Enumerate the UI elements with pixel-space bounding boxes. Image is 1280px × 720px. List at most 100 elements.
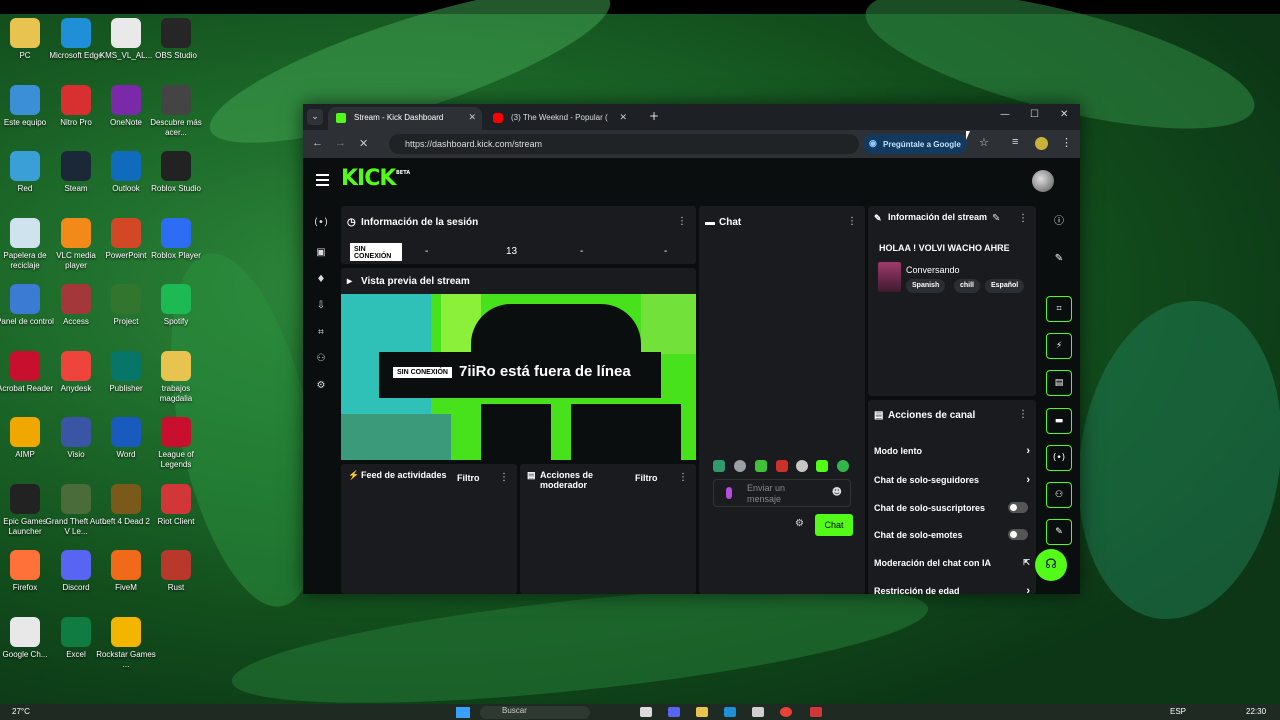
taskbar-search-input[interactable]: Buscar — [480, 706, 590, 719]
broadcast-icon[interactable]: (•) — [1046, 445, 1072, 471]
browser-menu-icon[interactable]: ⋮ — [1061, 136, 1072, 149]
start-button[interactable] — [456, 707, 470, 718]
hamburger-menu-icon[interactable] — [316, 174, 329, 189]
stop-icon[interactable]: ✕ — [359, 137, 368, 150]
capture-icon[interactable]: ⌗ — [314, 326, 328, 340]
users-icon[interactable]: ⚇ — [1046, 482, 1072, 508]
app-icon — [111, 417, 141, 447]
desktop-icon[interactable]: Spotify — [145, 284, 207, 327]
app-icon — [10, 417, 40, 447]
app-icon — [61, 483, 91, 514]
profile-icon[interactable] — [1035, 137, 1048, 150]
subscribers-only-toggle[interactable] — [1008, 502, 1028, 513]
emoji-icon[interactable]: ☻ — [832, 487, 842, 498]
app-icon — [61, 284, 91, 314]
clock[interactable]: 22:30 — [1246, 707, 1266, 716]
desktop-icon[interactable]: Rockstar Games ... — [95, 616, 157, 670]
slow-mode-row[interactable]: Modo lento › — [874, 445, 1030, 457]
emote-icon[interactable] — [713, 460, 725, 472]
forward-icon[interactable]: → — [335, 137, 346, 149]
app-icon — [161, 151, 191, 181]
age-restriction-row[interactable]: Restricción de edad › — [874, 585, 1030, 594]
dashboard-icon[interactable]: ▣ — [314, 246, 328, 260]
more-options-icon[interactable]: ⋮ — [499, 472, 509, 483]
emote-icon[interactable] — [776, 460, 788, 472]
weather-widget[interactable]: 27°C — [12, 707, 30, 716]
desktop-icon[interactable]: Descubre más acer... — [145, 84, 207, 138]
desktop-icon[interactable]: Riot Client — [145, 483, 207, 527]
media-controls-icon[interactable]: ≡ — [1012, 136, 1018, 148]
close-window-button[interactable]: ✕ — [1060, 109, 1068, 120]
taskbar-app-icon[interactable] — [724, 707, 736, 717]
lightning-icon[interactable]: ⚡ — [1046, 333, 1072, 359]
desktop-icon[interactable]: League of Legends — [145, 417, 207, 470]
mod-filter-button[interactable]: Filtro — [635, 473, 658, 483]
feed-filter-button[interactable]: Filtro — [457, 473, 480, 483]
microphone-icon[interactable] — [726, 487, 732, 499]
download-icon[interactable]: ⇩ — [314, 299, 328, 313]
minimize-button[interactable]: — — [1000, 109, 1010, 120]
ask-google-button[interactable]: ◉ Pregúntale a Google — [863, 134, 967, 154]
more-options-icon[interactable]: ⋮ — [1018, 409, 1028, 420]
support-headset-button[interactable]: ☊ — [1035, 549, 1067, 581]
kick-favicon-icon — [336, 113, 346, 123]
emote-icon[interactable] — [816, 460, 828, 472]
stream-broadcast-icon[interactable]: (•) — [314, 216, 328, 230]
tab-youtube[interactable]: (3) The Weeknd - Popular ( ✕ — [485, 107, 633, 130]
address-bar-row: ← → ✕ https://dashboard.kick.com/stream … — [303, 130, 1080, 158]
edit-icon[interactable]: ✎ — [1046, 246, 1072, 272]
taskbar-chrome-icon[interactable] — [780, 707, 792, 717]
chat-message-input[interactable]: Enviar un mensaje ☻ — [713, 479, 851, 507]
category-thumbnail — [878, 262, 901, 292]
more-options-icon[interactable]: ⋮ — [677, 216, 687, 227]
new-tab-button[interactable]: + — [649, 109, 659, 123]
trophy-icon[interactable]: ♦ — [314, 273, 328, 287]
users-icon[interactable]: ⚇ — [314, 352, 328, 366]
document-icon[interactable]: ▤ — [1046, 370, 1072, 396]
desktop-icon[interactable]: Rust — [145, 550, 207, 593]
emote-icon[interactable] — [734, 460, 746, 472]
info-icon[interactable]: ⓘ — [1046, 209, 1072, 235]
desktop-icon[interactable]: trabajos magdalia — [145, 350, 207, 404]
followers-only-row[interactable]: Chat de solo-seguidores › — [874, 474, 1030, 486]
desktop-icon[interactable]: Roblox Player — [145, 217, 207, 261]
user-avatar[interactable] — [1032, 170, 1054, 192]
emote-icon[interactable] — [796, 460, 808, 472]
taskbar-app-icon[interactable] — [696, 707, 708, 717]
ai-moderation-row[interactable]: Moderación del chat con IA ⇱ — [874, 558, 1030, 568]
more-options-icon[interactable]: ⋮ — [847, 216, 857, 227]
offline-banner: SIN CONEXIÓN 7iiRo está fuera de línea — [379, 352, 661, 398]
desktop-icon[interactable]: Roblox Studio — [145, 151, 207, 194]
more-options-icon[interactable]: ⋮ — [1018, 213, 1028, 224]
emote-icon[interactable] — [755, 460, 767, 472]
desktop-icon[interactable]: OBS Studio — [145, 18, 207, 61]
kick-logo[interactable]: KICK — [341, 166, 396, 191]
more-options-icon[interactable]: ⋮ — [678, 472, 688, 483]
close-tab-icon[interactable]: ✕ — [619, 112, 627, 123]
emotes-only-toggle[interactable] — [1008, 529, 1028, 540]
app-icon — [161, 550, 191, 580]
app-icon — [161, 84, 191, 115]
back-icon[interactable]: ← — [312, 137, 323, 149]
taskbar-app-icon[interactable] — [668, 707, 680, 717]
wrench-icon[interactable]: ✎ — [1046, 519, 1072, 545]
url-input[interactable]: https://dashboard.kick.com/stream — [389, 134, 859, 154]
settings-icon[interactable]: ⚙ — [314, 379, 328, 393]
stat-value: - — [664, 246, 668, 257]
close-tab-icon[interactable]: ✕ — [468, 112, 476, 123]
bookmark-star-icon[interactable]: ☆ — [979, 136, 989, 149]
taskbar-app-icon[interactable] — [810, 707, 822, 717]
emote-icon[interactable] — [837, 460, 849, 472]
maximize-button[interactable]: ☐ — [1030, 109, 1039, 120]
tab-kick-dashboard[interactable]: Stream - Kick Dashboard ✕ — [328, 107, 482, 130]
edit-icon[interactable]: ✎ — [992, 213, 1000, 224]
send-chat-button[interactable]: Chat — [815, 514, 853, 536]
taskbar-app-icon[interactable] — [640, 707, 652, 717]
taskbar-app-icon[interactable] — [752, 707, 764, 717]
tab-search-button[interactable]: ⌄ — [307, 109, 323, 125]
chat-bubble-icon[interactable]: ▬ — [1046, 408, 1072, 434]
language-indicator[interactable]: ESP — [1170, 707, 1186, 716]
mouse-cursor — [966, 131, 970, 140]
chat-settings-icon[interactable]: ⚙ — [795, 518, 804, 529]
capture-icon[interactable]: ⌗ — [1046, 296, 1072, 322]
